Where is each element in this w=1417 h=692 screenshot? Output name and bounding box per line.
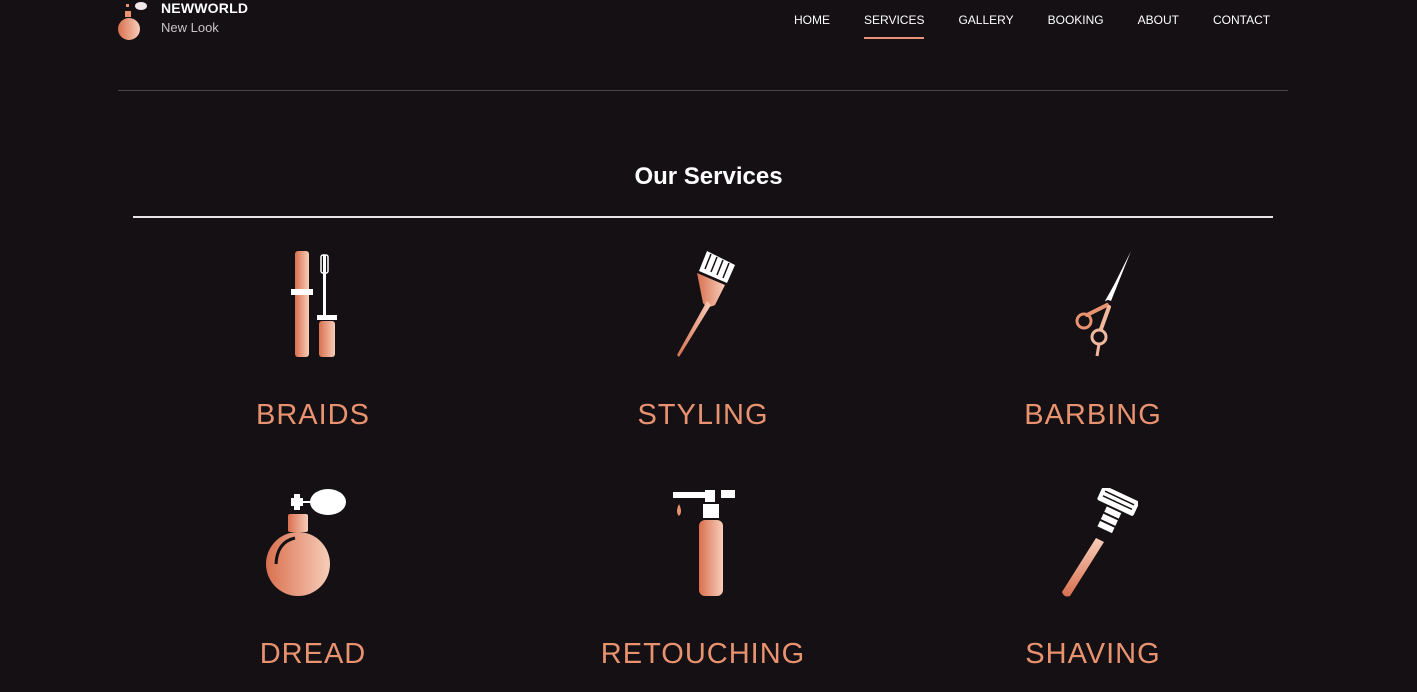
nav-about[interactable]: ABOUT — [1121, 13, 1196, 39]
service-label: RETOUCHING — [600, 638, 806, 670]
razor-icon — [1062, 488, 1138, 597]
service-dread[interactable]: DREAD — [163, 488, 463, 678]
service-label: STYLING — [637, 399, 769, 431]
header-divider — [118, 90, 1288, 91]
title-divider — [133, 216, 1273, 218]
mascara-icon — [291, 251, 337, 357]
brand-tagline: New Look — [161, 20, 219, 35]
service-label: DREAD — [259, 638, 367, 670]
scissors-icon — [1075, 251, 1131, 357]
spray-bottle-icon — [673, 490, 735, 596]
nav-home[interactable]: HOME — [777, 13, 847, 39]
service-braids[interactable]: BRAIDS — [163, 249, 463, 439]
perfume-bottle-icon — [266, 489, 346, 596]
site-header: NEWWORLD New Look HOME SERVICES GALLERY … — [0, 0, 1417, 91]
service-styling[interactable]: STYLING — [553, 249, 853, 439]
service-retouching[interactable]: RETOUCHING — [553, 488, 853, 678]
nav-services[interactable]: SERVICES — [847, 13, 941, 39]
main-nav: HOME SERVICES GALLERY BOOKING ABOUT CONT… — [777, 13, 1287, 43]
service-barbing[interactable]: BARBING — [943, 249, 1243, 439]
hair-dye-brush-icon — [677, 251, 735, 357]
service-label: BARBING — [1024, 399, 1162, 431]
nav-gallery[interactable]: GALLERY — [941, 13, 1030, 39]
nav-booking[interactable]: BOOKING — [1031, 13, 1121, 39]
nav-contact[interactable]: CONTACT — [1196, 13, 1287, 39]
perfume-logo-icon — [118, 2, 147, 40]
service-label: SHAVING — [1025, 638, 1161, 670]
service-label: BRAIDS — [256, 399, 370, 431]
service-shaving[interactable]: SHAVING — [943, 488, 1243, 678]
section-title: Our Services — [634, 163, 783, 190]
brand-name: NEWWORLD — [161, 0, 249, 16]
brand-logo[interactable]: NEWWORLD New Look — [117, 0, 277, 44]
